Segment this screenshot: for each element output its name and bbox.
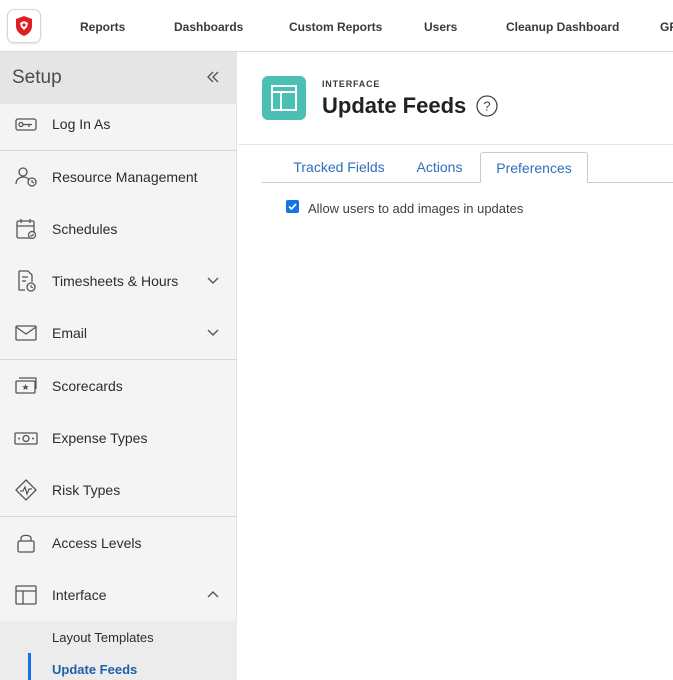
money-icon xyxy=(14,432,38,445)
sidebar-item-log-in-as[interactable]: Log In As xyxy=(0,98,237,150)
sidebar-item-label: Resource Management xyxy=(52,169,198,185)
sidebar-header: Setup xyxy=(0,52,237,104)
nav-users[interactable]: Users xyxy=(424,20,457,34)
sidebar-item-label: Schedules xyxy=(52,221,118,237)
tab-actions[interactable]: Actions xyxy=(404,152,475,183)
checkmark-icon xyxy=(288,203,297,211)
sidebar-item-label: Email xyxy=(52,325,88,341)
sidebar-item-label: Interface xyxy=(52,587,107,603)
page-kicker: INTERFACE xyxy=(322,79,381,89)
allow-images-label: Allow users to add images in updates xyxy=(308,201,524,216)
collapse-sidebar-icon[interactable] xyxy=(205,69,221,85)
tab-preferences[interactable]: Preferences xyxy=(480,152,588,183)
nav-custom-reports[interactable]: Custom Reports xyxy=(289,20,382,34)
allow-images-checkbox[interactable] xyxy=(286,200,299,213)
sidebar-item-label: Risk Types xyxy=(52,482,121,498)
key-icon xyxy=(15,118,37,131)
nav-dashboards[interactable]: Dashboards xyxy=(174,20,243,34)
sidebar-item-label: Log In As xyxy=(52,116,111,132)
top-nav: Reports Dashboards Custom Reports Users … xyxy=(0,0,673,52)
sidebar-item-access-levels[interactable]: Access Levels xyxy=(0,517,237,569)
tab-tracked-fields[interactable]: Tracked Fields xyxy=(282,152,396,183)
sidebar-item-label: Expense Types xyxy=(52,430,148,446)
sidebar-item-risk-types[interactable]: Risk Types xyxy=(0,464,237,516)
chevron-up-icon[interactable] xyxy=(206,589,220,601)
nav-cleanup-dashboard[interactable]: Cleanup Dashboard xyxy=(506,20,619,34)
people-icon xyxy=(15,167,37,187)
sidebar-item-interface[interactable]: Interface xyxy=(0,569,237,621)
sidebar-item-label: Scorecards xyxy=(52,378,123,394)
layout-icon xyxy=(271,85,297,111)
sidebar-item-label: Access Levels xyxy=(52,535,142,551)
sidebar-item-timesheets-hours[interactable]: Timesheets & Hours xyxy=(0,255,237,307)
logo-icon xyxy=(16,16,32,36)
page-title: Update Feeds xyxy=(322,93,467,118)
chevron-down-icon[interactable] xyxy=(206,327,220,339)
sidebar-item-resource-management[interactable]: Resource Management xyxy=(0,151,237,203)
calendar-icon xyxy=(16,219,37,240)
risk-icon xyxy=(15,479,37,501)
sidebar-item-email[interactable]: Email xyxy=(0,307,237,359)
timesheet-icon xyxy=(18,270,36,292)
sidebar-item-scorecards[interactable]: Scorecards xyxy=(0,360,237,412)
page-icon xyxy=(262,76,306,120)
sidebar-item-schedules[interactable]: Schedules xyxy=(0,203,237,255)
sidebar-title: Setup xyxy=(12,67,62,88)
app-logo[interactable] xyxy=(7,9,41,43)
sidebar-subitem-layout-templates[interactable]: Layout Templates xyxy=(52,630,154,645)
layout-icon xyxy=(15,585,37,605)
scorecard-icon xyxy=(15,377,37,394)
header-divider xyxy=(238,144,673,145)
help-icon[interactable]: ? xyxy=(476,95,498,117)
sidebar-item-label: Timesheets & Hours xyxy=(52,273,179,289)
svg-text:?: ? xyxy=(483,99,490,114)
chevron-down-icon[interactable] xyxy=(206,275,220,287)
active-indicator xyxy=(28,653,31,680)
envelope-icon xyxy=(15,325,37,341)
sidebar-subitem-update-feeds[interactable]: Update Feeds xyxy=(52,662,137,677)
nav-reports[interactable]: Reports xyxy=(80,20,125,34)
lock-icon xyxy=(17,534,35,553)
sidebar-item-expense-types[interactable]: Expense Types xyxy=(0,412,237,464)
nav-truncated[interactable]: GR xyxy=(660,20,673,34)
